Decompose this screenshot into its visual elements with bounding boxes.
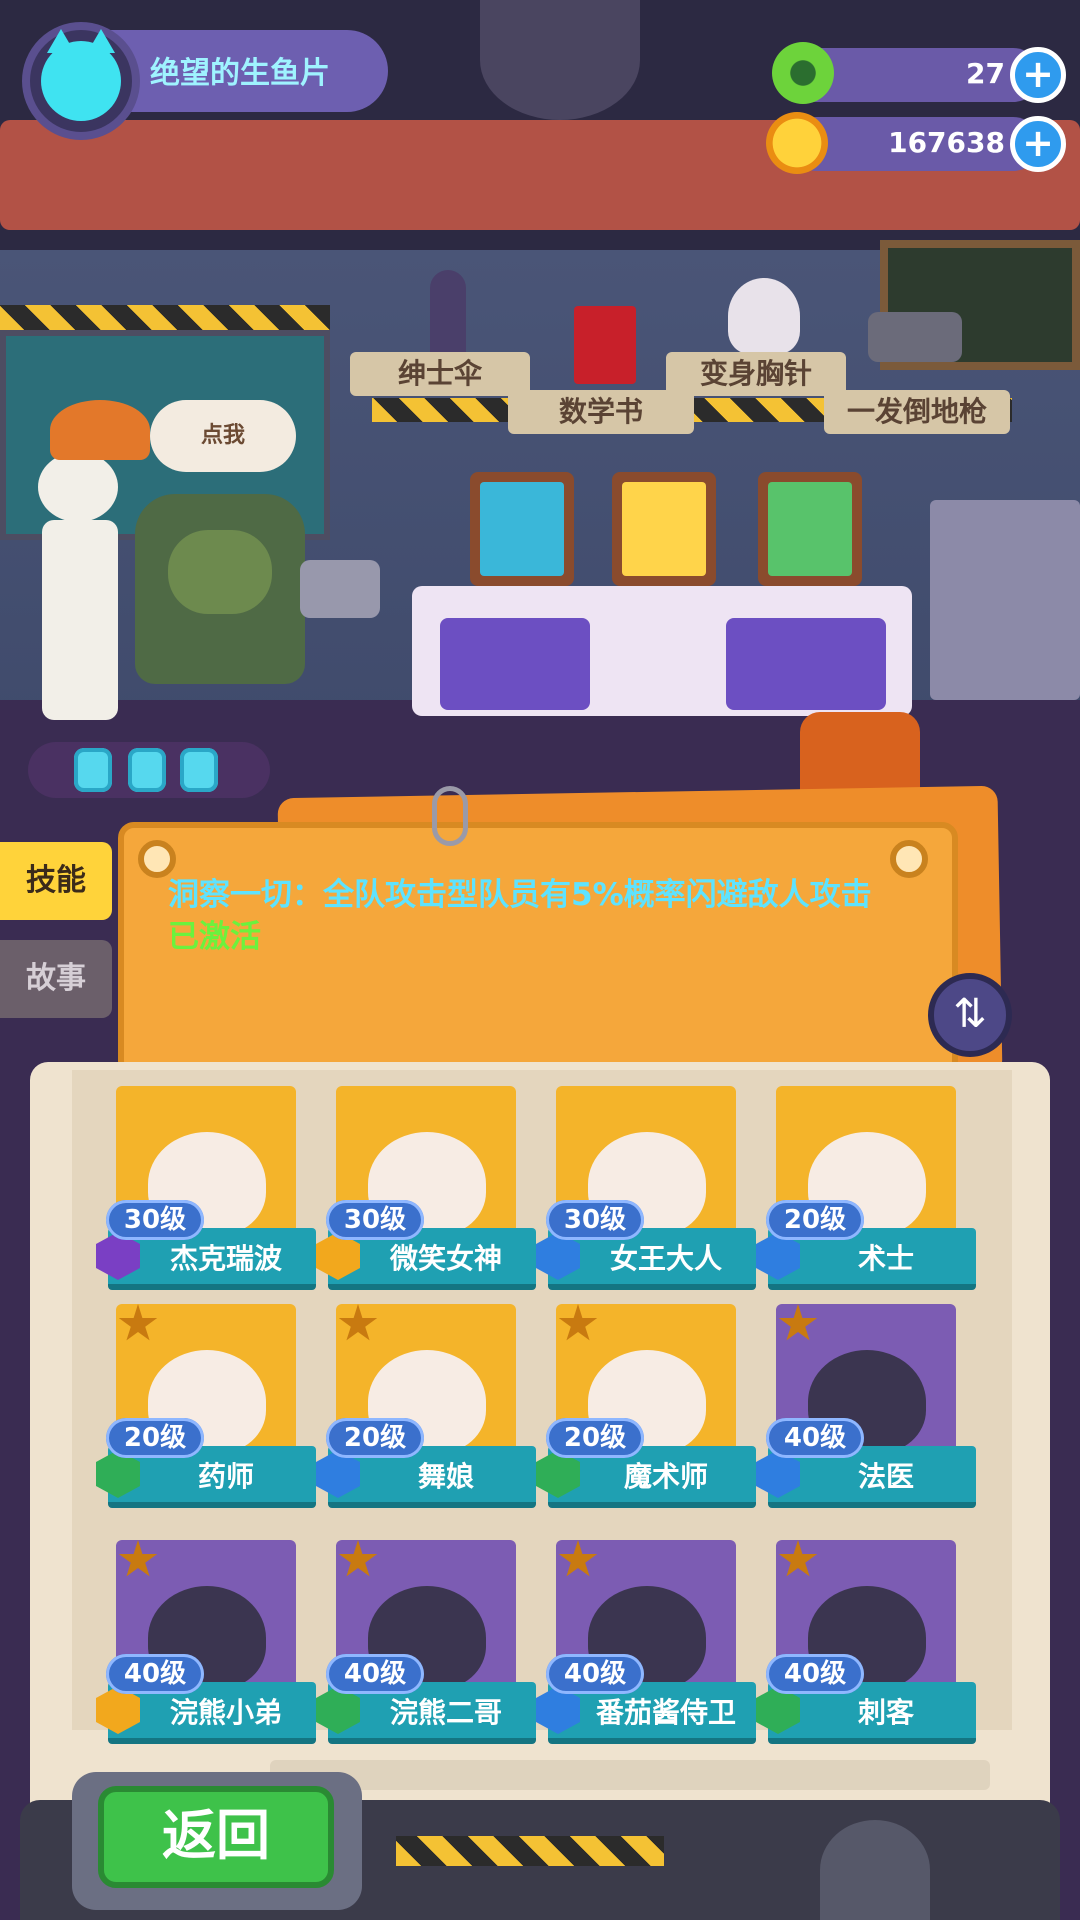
character-photo-frame <box>470 472 574 586</box>
character-card[interactable]: 20级 术士 <box>756 1072 976 1298</box>
gun-icon[interactable] <box>868 312 962 362</box>
lightning-charge-icon <box>74 748 112 792</box>
character-name: 浣熊二哥 <box>389 1696 502 1729</box>
character-name: 舞娘 <box>417 1460 474 1493</box>
character-level: 20级 <box>326 1418 424 1458</box>
telescope-icon <box>300 560 380 618</box>
bottom-dial <box>820 1820 930 1920</box>
character-level: 40级 <box>106 1654 204 1694</box>
character-card[interactable]: 30级 杰克瑞波 <box>96 1072 316 1298</box>
desk-drawer <box>726 618 886 710</box>
green-donut-icon <box>772 42 834 104</box>
character-name: 微笑女神 <box>389 1242 502 1275</box>
skill-status: 已激活 <box>168 919 261 955</box>
swap-view-button[interactable]: ⇅ <box>928 973 1012 1057</box>
character-level: 30级 <box>326 1200 424 1240</box>
hazard-stripe <box>0 305 330 331</box>
skeleton-body <box>42 520 118 720</box>
skeleton-head <box>38 452 118 522</box>
lab-item-label-book[interactable]: 数学书 <box>508 390 694 434</box>
character-level: 40级 <box>326 1654 424 1694</box>
lab-item-label-umbrella[interactable]: 绅士伞 <box>350 352 530 396</box>
character-name: 浣熊小弟 <box>169 1696 282 1729</box>
paperclip-icon <box>432 786 468 846</box>
player-name: 绝望的生鱼片 <box>150 56 330 91</box>
character-level: 40级 <box>766 1418 864 1458</box>
speech-bubble[interactable]: 点我 <box>150 400 296 472</box>
character-level: 30级 <box>546 1200 644 1240</box>
character-name: 刺客 <box>857 1696 914 1729</box>
detective-hat-icon <box>50 400 150 460</box>
tab-story[interactable]: 故事 <box>0 940 112 1018</box>
lightning-charge-icon <box>128 748 166 792</box>
coin-count: 167638 <box>888 126 1005 159</box>
add-gems-button[interactable]: + <box>1010 47 1066 103</box>
pin-icon <box>890 840 928 878</box>
character-level: 40级 <box>546 1654 644 1694</box>
umbrella-icon[interactable] <box>430 270 466 360</box>
character-card[interactable]: 40级 浣熊小弟 <box>96 1526 316 1752</box>
character-level: 20级 <box>766 1200 864 1240</box>
character-name: 杰克瑞波 <box>169 1242 282 1275</box>
character-helmet <box>168 530 272 614</box>
gold-planet-coin-icon <box>766 112 828 174</box>
character-card[interactable]: 40级 番茄酱侍卫 <box>536 1526 756 1752</box>
character-level: 20级 <box>106 1418 204 1458</box>
character-name: 药师 <box>197 1460 254 1493</box>
character-photo-frame <box>758 472 862 586</box>
character-name: 术士 <box>857 1242 914 1275</box>
character-name: 魔术师 <box>623 1460 708 1493</box>
player-avatar[interactable] <box>22 22 140 140</box>
character-card[interactable]: 20级 药师 <box>96 1290 316 1516</box>
cat-avatar-icon <box>41 29 121 121</box>
desk-drawer <box>440 618 590 710</box>
character-card[interactable]: 40级 法医 <box>756 1290 976 1516</box>
blurred-footer-text <box>270 1760 990 1790</box>
character-card[interactable]: 40级 刺客 <box>756 1526 976 1752</box>
lab-item-label-gun[interactable]: 一发倒地枪 <box>824 390 1010 434</box>
character-name: 女王大人 <box>609 1242 722 1275</box>
character-level: 20级 <box>546 1418 644 1458</box>
character-card[interactable]: 30级 微笑女神 <box>316 1072 536 1298</box>
character-level: 30级 <box>106 1200 204 1240</box>
book-icon[interactable] <box>574 306 636 384</box>
character-card[interactable]: 20级 舞娘 <box>316 1290 536 1516</box>
lab-item-label-brooch[interactable]: 变身胸针 <box>666 352 846 396</box>
character-card[interactable]: 40级 浣熊二哥 <box>316 1526 536 1752</box>
gem-count: 27 <box>966 57 1005 90</box>
character-name: 法医 <box>857 1460 914 1493</box>
skill-description: 洞察一切：全队攻击型队员有5%概率闪避敌人攻击 已激活 <box>168 874 908 958</box>
ceiling-fan <box>480 0 640 120</box>
lightning-charge-icon <box>180 748 218 792</box>
bottom-hazard-stripe <box>396 1836 664 1866</box>
character-name: 番茄酱侍卫 <box>595 1696 736 1729</box>
test-tube-rack <box>930 500 1080 700</box>
back-button[interactable]: 返回 <box>98 1786 334 1888</box>
skull-icon[interactable] <box>728 278 800 354</box>
character-photo-frame <box>612 472 716 586</box>
pin-icon <box>138 840 176 878</box>
character-card[interactable]: 30级 女王大人 <box>536 1072 756 1298</box>
add-coins-button[interactable]: + <box>1010 116 1066 172</box>
character-level: 40级 <box>766 1654 864 1694</box>
character-card[interactable]: 20级 魔术师 <box>536 1290 756 1516</box>
tab-skill[interactable]: 技能 <box>0 842 112 920</box>
skill-text: 洞察一切：全队攻击型队员有5%概率闪避敌人攻击 <box>168 877 872 913</box>
